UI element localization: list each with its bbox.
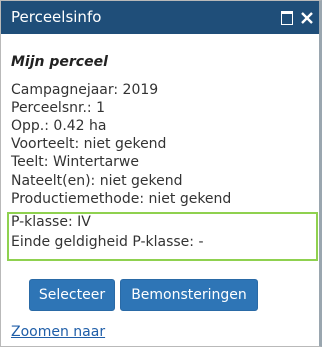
info-voorteelt: Voorteelt: niet gekend xyxy=(11,136,167,152)
close-icon[interactable] xyxy=(300,10,314,24)
close-icon-svg xyxy=(301,12,313,24)
perceelsinfo-window: Perceelsinfo Mijn perceel Campagnejaar: … xyxy=(0,0,322,347)
info-teelt: Teelt: Wintertarwe xyxy=(11,154,139,170)
info-oppervlakte: Opp.: 0.42 ha xyxy=(11,118,107,134)
info-campagnejaar: Campagnejaar: 2019 xyxy=(11,82,159,98)
info-nateelt: Nateelt(en): niet gekend xyxy=(11,173,183,189)
selecteer-button[interactable]: Selecteer xyxy=(29,279,115,311)
window-titlebar[interactable]: Perceelsinfo xyxy=(1,1,319,34)
bemonsteringen-button[interactable]: Bemonsteringen xyxy=(120,279,258,311)
maximize-icon[interactable] xyxy=(280,10,294,25)
perceel-heading: Mijn perceel xyxy=(11,54,108,70)
zoomen-naar-link[interactable]: Zoomen naar xyxy=(11,324,105,340)
info-einde-geldigheid: Einde geldigheid P-klasse: - xyxy=(11,234,204,250)
window-title: Perceelsinfo xyxy=(11,8,102,26)
info-productiemethode: Productiemethode: niet gekend xyxy=(11,191,232,207)
maximize-icon-shape xyxy=(281,11,293,25)
info-p-klasse: P-klasse: IV xyxy=(11,214,91,230)
info-perceelsnr: Perceelsnr.: 1 xyxy=(11,100,105,116)
